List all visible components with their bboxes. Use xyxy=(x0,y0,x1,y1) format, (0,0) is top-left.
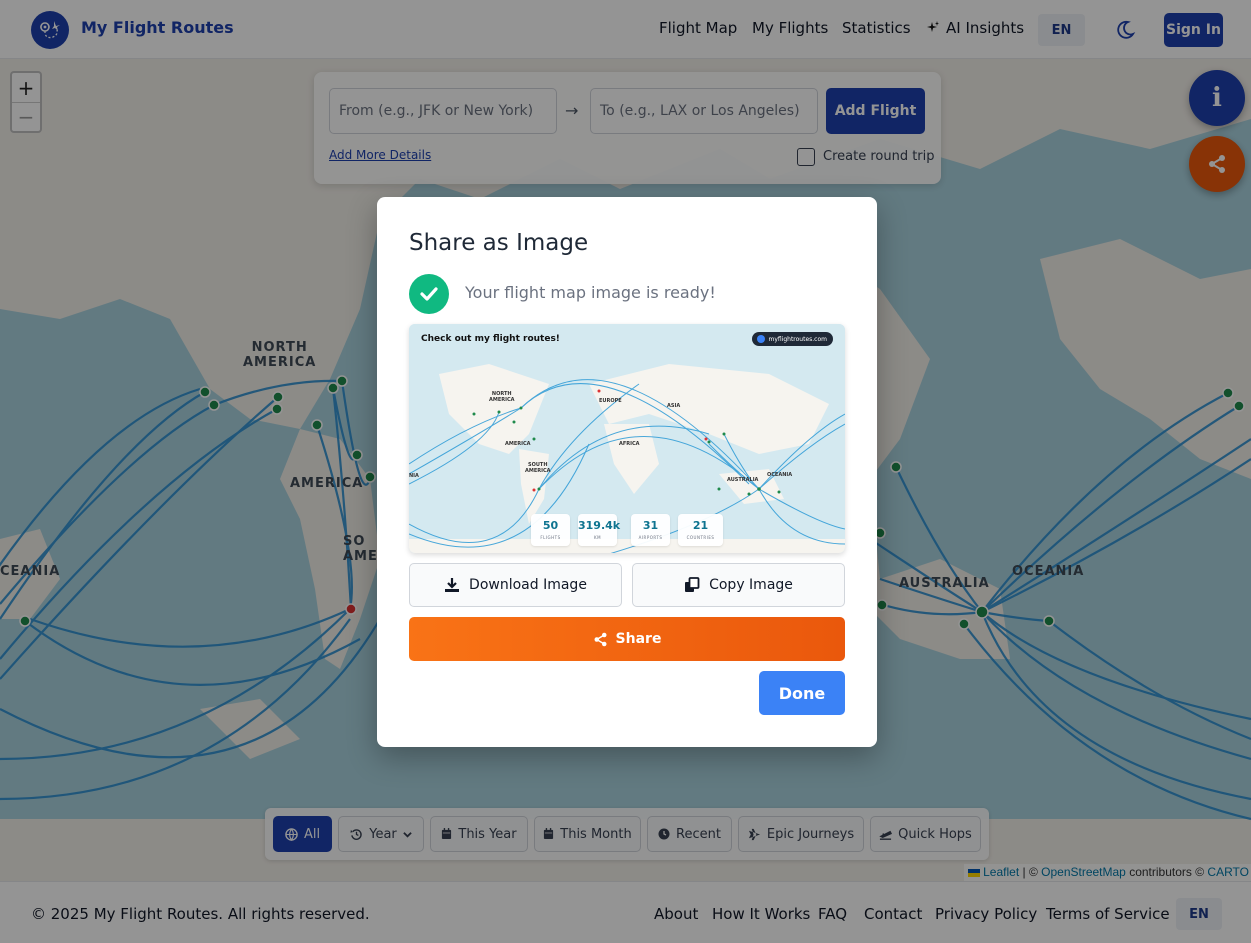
preview-label-africa: AFRICA xyxy=(619,441,640,447)
copy-image-label: Copy Image xyxy=(709,577,793,593)
done-button[interactable]: Done xyxy=(759,671,845,715)
stat-flights: 50 FLIGHTS xyxy=(531,514,570,546)
stat-countries: 21 COUNTRIES xyxy=(678,514,723,546)
share-button[interactable]: Share xyxy=(409,617,845,661)
stat-km: 319.4k KM xyxy=(578,514,621,546)
preview-map xyxy=(409,324,845,553)
share-image-modal: Share as Image Your flight map image is … xyxy=(377,197,877,747)
stat-airports: 31 AIRPORTS xyxy=(631,514,670,546)
preview-label-north-america: NORTH AMERICA xyxy=(489,391,515,403)
preview-label-edge: NIA xyxy=(409,473,419,479)
stat-label: FLIGHTS xyxy=(540,535,561,540)
download-image-button[interactable]: Download Image xyxy=(409,563,622,607)
preview-label-asia: ASIA xyxy=(667,403,681,409)
preview-site-badge: myflightroutes.com xyxy=(752,332,833,346)
stat-value: 319.4k xyxy=(578,519,621,532)
image-preview: Check out my flight routes! myflightrout… xyxy=(409,324,845,553)
stat-value: 31 xyxy=(642,519,659,532)
download-icon xyxy=(445,578,460,592)
ready-message: Your flight map image is ready! xyxy=(465,283,716,302)
preview-label-oceania: OCEANIA xyxy=(767,472,793,478)
preview-label-europe: EUROPE xyxy=(599,398,622,404)
preview-label-south-america: SOUTH AMERICA xyxy=(525,462,551,474)
download-image-label: Download Image xyxy=(469,577,587,593)
copy-image-button[interactable]: Copy Image xyxy=(632,563,845,607)
copy-icon xyxy=(685,577,700,592)
preview-label-america: AMERICA xyxy=(505,441,531,447)
share-label: Share xyxy=(615,631,662,647)
stat-label: KM xyxy=(593,535,602,540)
preview-label-australia: AUSTRALIA xyxy=(727,477,759,483)
stat-value: 21 xyxy=(692,519,709,532)
check-icon xyxy=(409,274,449,314)
preview-heading: Check out my flight routes! xyxy=(421,334,560,344)
modal-title: Share as Image xyxy=(409,230,589,256)
stat-label: AIRPORTS xyxy=(638,535,663,540)
stat-label: COUNTRIES xyxy=(686,535,715,540)
stat-value: 50 xyxy=(542,519,559,532)
share-icon xyxy=(594,632,607,646)
